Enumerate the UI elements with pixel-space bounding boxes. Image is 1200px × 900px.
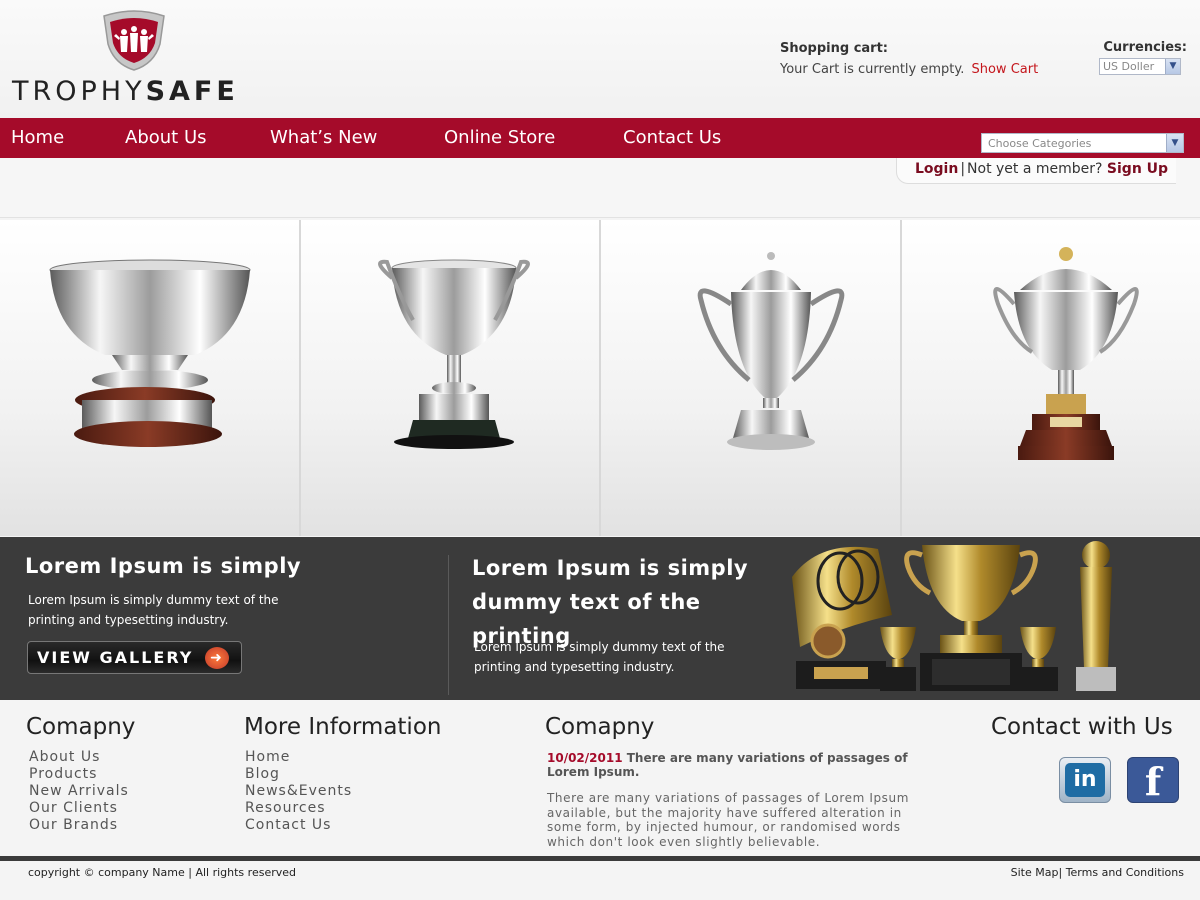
trophy-tile[interactable] xyxy=(601,220,902,536)
footer-divider xyxy=(0,856,1200,861)
promo-divider xyxy=(448,555,449,695)
footer-link-products[interactable]: Products xyxy=(29,766,129,783)
nav-whats-new[interactable]: What’s New xyxy=(270,127,377,148)
footer-company-links: About Us Products New Arrivals Our Clien… xyxy=(29,749,129,834)
login-link[interactable]: Login xyxy=(915,161,958,177)
site-header: TROPHYSAFE Shopping cart: Your Cart is c… xyxy=(0,0,1200,118)
trophy-collection-image xyxy=(792,541,1116,691)
currency-selected-value: US Doller xyxy=(1103,60,1155,73)
arrow-right-icon: ➜ xyxy=(205,647,229,669)
promo-left-heading: Lorem Ipsum is simply xyxy=(25,554,302,578)
footer-more-info-links: Home Blog News&Events Resources Contact … xyxy=(245,749,352,834)
cart-empty-message: Your Cart is currently empty. xyxy=(780,62,965,77)
trophysafe-logo[interactable]: TROPHYSAFE xyxy=(12,8,252,107)
nav-contact-us[interactable]: Contact Us xyxy=(623,127,721,148)
shopping-cart-summary: Shopping cart: Your Cart is currently em… xyxy=(780,41,1038,77)
show-cart-link[interactable]: Show Cart xyxy=(971,62,1038,77)
news-date: 10/02/2011 xyxy=(547,751,623,765)
wood-plinth-cup-trophy-image xyxy=(992,247,1139,460)
cart-title: Shopping cart: xyxy=(780,41,889,56)
news-headline[interactable]: 10/02/2011 There are many variations of … xyxy=(547,751,912,779)
chevron-down-icon: ▼ xyxy=(1166,134,1183,152)
linkedin-label: in xyxy=(1065,763,1105,797)
currency-title: Currencies: xyxy=(1103,40,1187,55)
main-nav: Home About Us What’s New Online Store Co… xyxy=(0,118,1200,158)
signup-link[interactable]: Sign Up xyxy=(1107,161,1168,177)
news-body: There are many variations of passages of… xyxy=(547,791,910,849)
footer-legal-links: Site Map| Terms and Conditions xyxy=(1010,866,1184,879)
footer-news-heading: Comapny xyxy=(545,714,655,740)
lidded-cup-trophy-image xyxy=(697,252,845,450)
account-bar: Login | Not yet a member? Sign Up xyxy=(896,158,1176,184)
footer-link-our-brands[interactable]: Our Brands xyxy=(29,817,129,834)
cart-status: Your Cart is currently empty. Show Cart xyxy=(780,62,1038,77)
footer-news-item: 10/02/2011 There are many variations of … xyxy=(547,751,912,849)
terms-link[interactable]: Terms and Conditions xyxy=(1066,866,1184,879)
footer-link-new-arrivals[interactable]: New Arrivals xyxy=(29,783,129,800)
footer-link-home[interactable]: Home xyxy=(245,749,352,766)
rose-bowl-trophy-image xyxy=(49,259,251,447)
view-gallery-button[interactable]: VIEW GALLERY ➜ xyxy=(27,641,242,674)
footer-link-resources[interactable]: Resources xyxy=(245,800,352,817)
view-gallery-label: VIEW GALLERY xyxy=(37,648,194,667)
footer-link-blog[interactable]: Blog xyxy=(245,766,352,783)
footer-link-news-events[interactable]: News&Events xyxy=(245,783,352,800)
signup-prompt: Not yet a member? xyxy=(967,161,1103,177)
facebook-icon[interactable]: f xyxy=(1127,757,1179,804)
promo-left-text: Lorem Ipsum is simply dummy text of the … xyxy=(28,593,279,627)
category-placeholder: Choose Categories xyxy=(988,137,1092,150)
footer-company-heading: Comapny xyxy=(26,714,136,740)
site-map-link[interactable]: Site Map xyxy=(1011,866,1059,879)
category-dropdown[interactable]: Choose Categories ▼ xyxy=(981,133,1184,153)
black-base-cup-trophy-image xyxy=(377,259,530,449)
footer-link-our-clients[interactable]: Our Clients xyxy=(29,800,129,817)
account-separator: | xyxy=(960,161,966,177)
linkedin-icon[interactable]: in xyxy=(1059,757,1111,803)
trophy-tile[interactable] xyxy=(300,220,601,536)
footer-link-contact-us[interactable]: Contact Us xyxy=(245,817,352,834)
nav-home[interactable]: Home xyxy=(11,127,64,148)
shield-logo-icon xyxy=(103,10,165,71)
currency-selector: Currencies: US Doller ▼ xyxy=(1099,40,1187,75)
footer-link-about-us[interactable]: About Us xyxy=(29,749,129,766)
trophy-tile[interactable] xyxy=(901,220,1200,536)
footer-contact-heading: Contact with Us xyxy=(991,714,1173,740)
trophy-gallery xyxy=(0,220,1200,536)
chevron-down-icon: ▼ xyxy=(1165,59,1180,74)
facebook-label: f xyxy=(1144,759,1162,804)
footer-more-info-heading: More Information xyxy=(244,714,442,740)
nav-online-store[interactable]: Online Store xyxy=(444,127,555,148)
promo-band: Lorem Ipsum is simply Lorem Ipsum is sim… xyxy=(0,537,1200,700)
logo-wordmark: TROPHYSAFE xyxy=(12,76,239,107)
nav-about-us[interactable]: About Us xyxy=(125,127,207,148)
trophy-tile[interactable] xyxy=(0,220,301,536)
copyright-text: copyright © company Name | All rights re… xyxy=(28,866,296,879)
promo-right-text: Lorem Ipsum is simply dummy text of the … xyxy=(474,640,725,674)
currency-dropdown[interactable]: US Doller ▼ xyxy=(1099,58,1181,75)
